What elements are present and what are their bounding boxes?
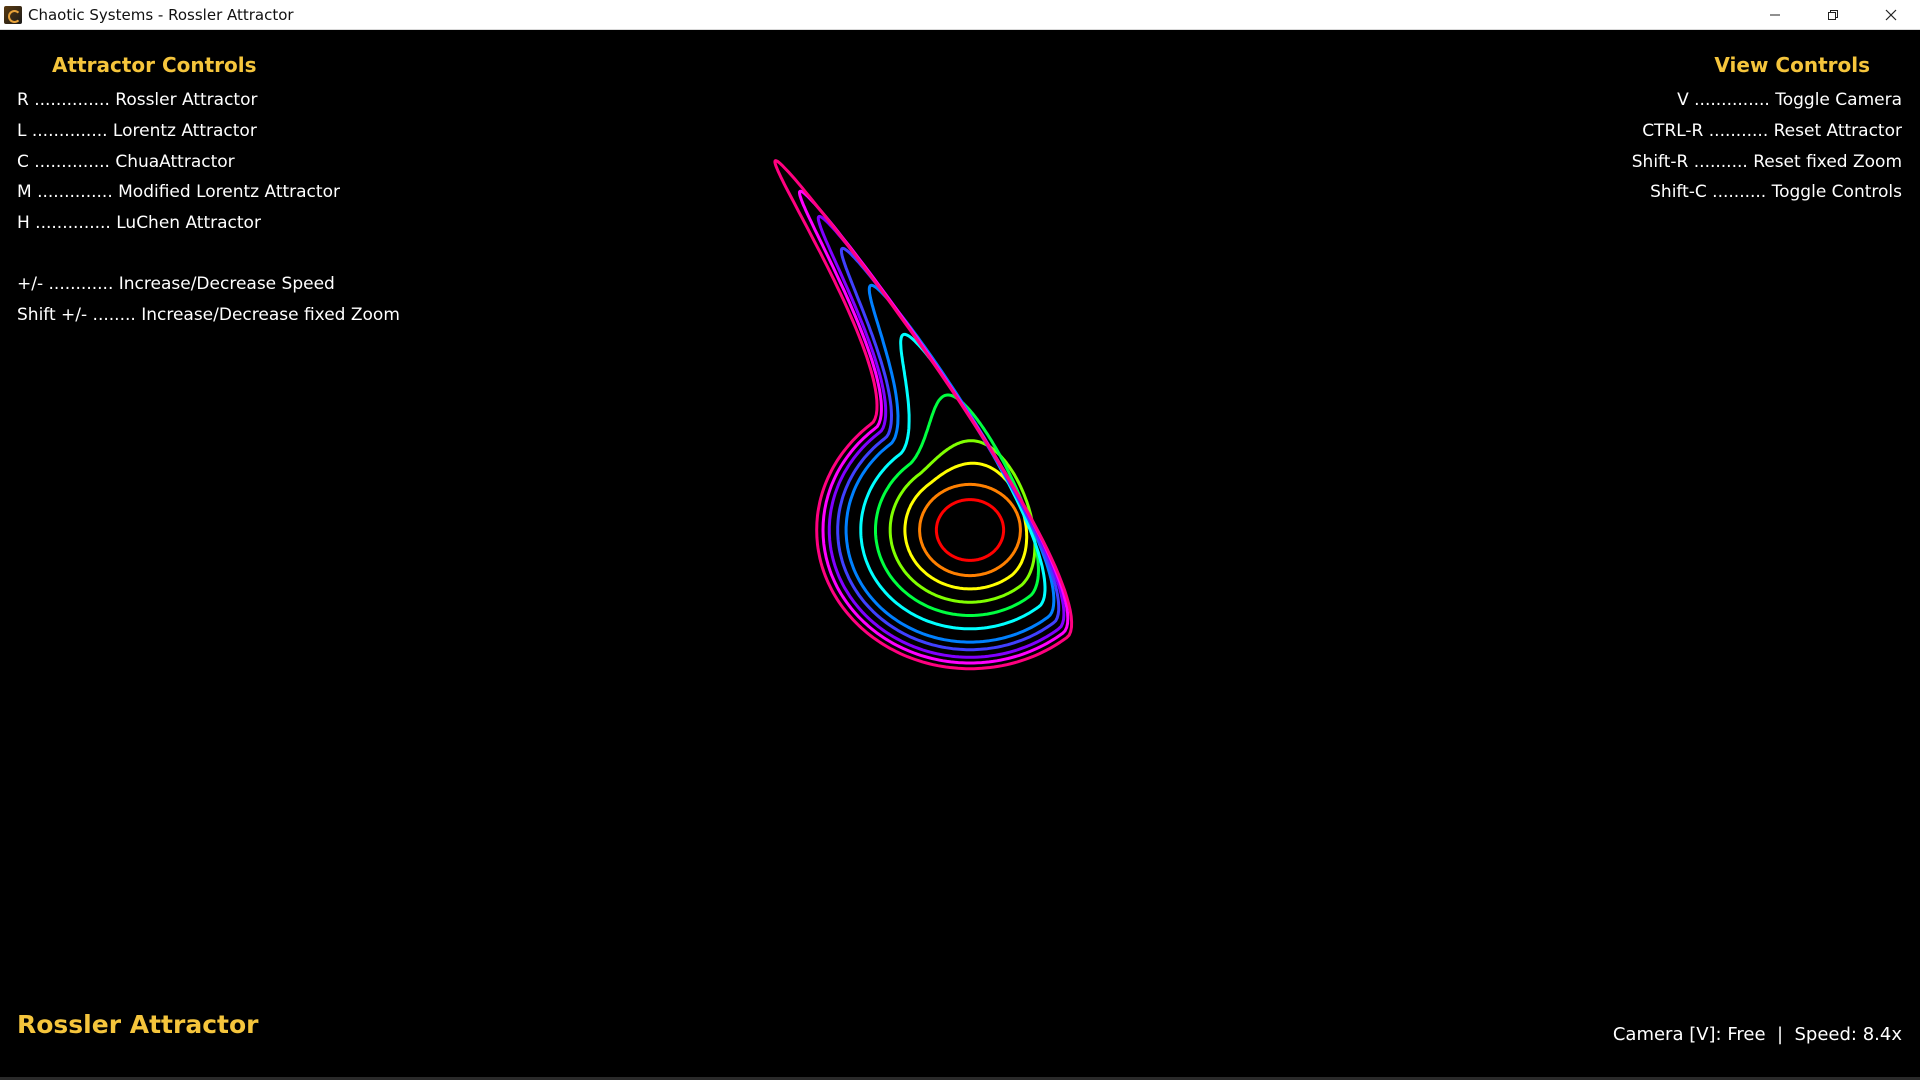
- attractor-trail: [934, 498, 1006, 562]
- control-speed: +/- ............ Increase/Decrease Speed: [17, 274, 335, 294]
- current-attractor-label: Rossler Attractor: [17, 1010, 259, 1039]
- window-titlebar: Chaotic Systems - Rossler Attractor: [0, 0, 1920, 30]
- window-controls: [1746, 0, 1920, 29]
- minimize-icon: [1770, 14, 1780, 15]
- window-title: Chaotic Systems - Rossler Attractor: [28, 5, 294, 24]
- app-icon: [4, 5, 22, 24]
- view-controls-title: View Controls: [1714, 53, 1870, 77]
- attractor-controls-title: Attractor Controls: [52, 53, 257, 77]
- control-fixed-zoom: Shift +/- ........ Increase/Decrease fix…: [17, 305, 400, 325]
- control-reset-attractor: CTRL-R ........... Reset Attractor: [1642, 121, 1902, 141]
- control-luchen: H .............. LuChen Attractor: [17, 213, 261, 233]
- status-readout: Camera [V]: Free | Speed: 8.4x: [1612, 1024, 1902, 1045]
- control-reset-zoom: Shift-R .......... Reset fixed Zoom: [1631, 152, 1902, 172]
- attractor-canvas[interactable]: [560, 150, 1160, 710]
- minimize-button[interactable]: [1746, 0, 1804, 29]
- attractor-trail: [918, 482, 1022, 578]
- attractor-trail: [798, 189, 1070, 665]
- control-rossler: R .............. Rossler Attractor: [17, 90, 258, 110]
- close-icon: [1885, 9, 1897, 20]
- close-button[interactable]: [1862, 0, 1920, 29]
- control-toggle-camera: V .............. Toggle Camera: [1677, 90, 1902, 110]
- control-chua: C .............. ChuaAttractor: [17, 152, 235, 172]
- attractor-trail: [844, 283, 1056, 644]
- restore-button[interactable]: [1804, 0, 1862, 29]
- control-modified-lorentz: M .............. Modified Lorentz Attrac…: [17, 182, 340, 202]
- control-lorentz: L .............. Lorentz Attractor: [17, 121, 257, 141]
- restore-icon: [1828, 9, 1838, 20]
- control-toggle-controls: Shift-C .......... Toggle Controls: [1650, 182, 1902, 202]
